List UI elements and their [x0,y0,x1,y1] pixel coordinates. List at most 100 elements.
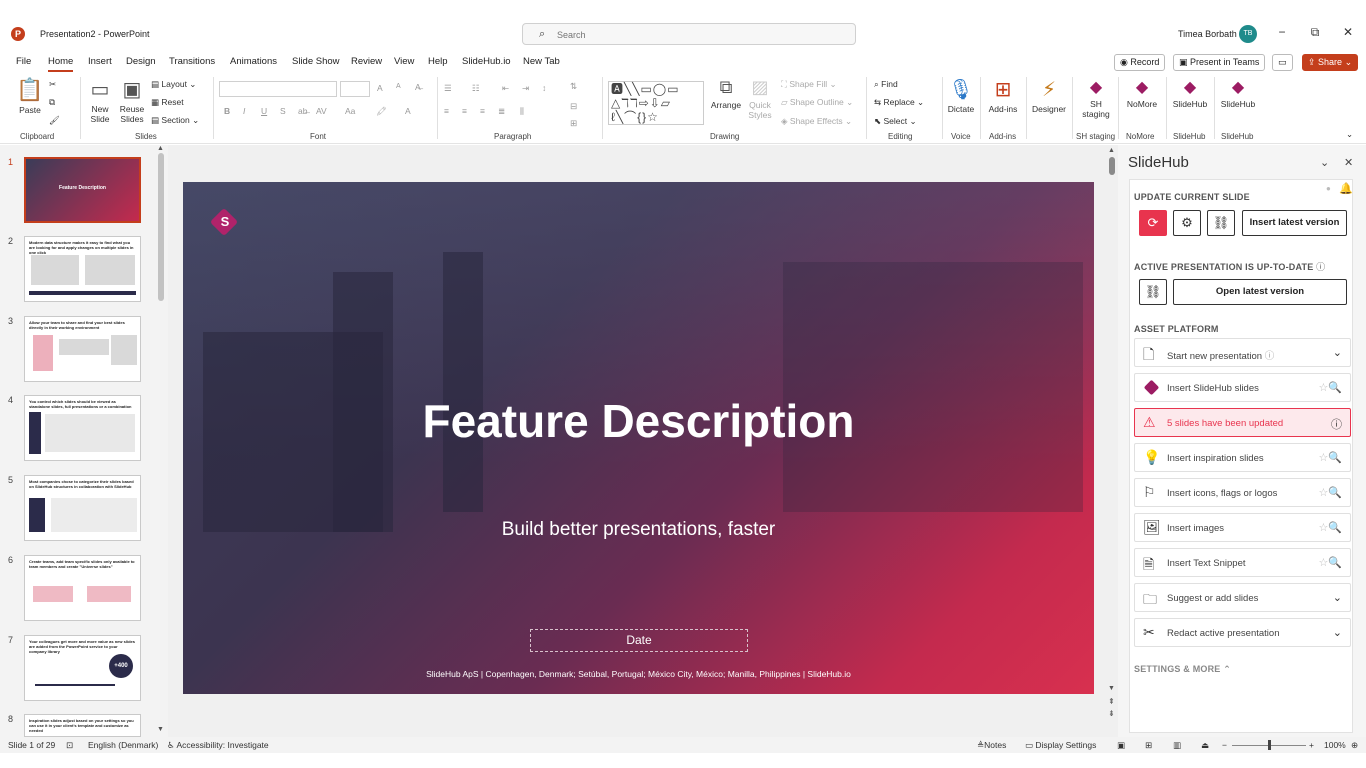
shape-outline-button[interactable]: ▱ Shape Outline ⌄ [781,97,853,108]
notes-button[interactable]: ≜Notes [977,740,1006,751]
tab-home[interactable]: Home [48,56,74,72]
tab-help[interactable]: Help [428,56,448,67]
chevron-down-icon[interactable]: ⌄ [1333,626,1342,639]
nomore-button[interactable]: ◆ NoMore [1122,77,1162,109]
current-slide[interactable]: S Feature Description Build better prese… [183,182,1094,694]
thumbnail-scrollbar[interactable] [158,153,164,301]
line-spacing-icon[interactable]: ↕ [542,83,546,93]
cut-icon[interactable]: ✂ [49,79,56,90]
align-text-icon[interactable]: ⊟ [570,101,577,112]
find-button[interactable]: ⌕ Find [874,79,898,90]
justify-icon[interactable]: ≣ [498,106,505,117]
shrink-font-icon[interactable]: A [396,83,401,90]
spellcheck-icon[interactable]: ⊡ [66,740,73,751]
format-painter-icon[interactable]: 🖌 [49,115,60,126]
designer-button[interactable]: ⚡ Designer [1030,77,1068,114]
insert-images-item[interactable]: 🖼 Insert images ☆🔍 [1134,513,1351,542]
slide-thumbnail-8[interactable]: Inspiration slides adjust based on your … [24,714,141,737]
tab-animations[interactable]: Animations [230,56,277,67]
slide-thumbnail-2[interactable]: Modern data structure makes it easy to f… [24,236,141,302]
present-in-teams-button[interactable]: ▣ Present in Teams [1173,54,1266,71]
character-spacing-icon[interactable]: AV [316,106,327,116]
slidehub-button-2[interactable]: ◆ SlideHub [1218,77,1258,109]
favorite-search-icon[interactable]: ☆🔍 [1318,486,1342,499]
section-button[interactable]: ▤ Section ⌄ [151,115,199,126]
tab-slidehub-io[interactable]: SlideHub.io [462,56,511,67]
arrange-button[interactable]: ⧉ Arrange [710,77,742,110]
select-button[interactable]: ⬉ Select ⌄ [874,116,917,127]
tab-design[interactable]: Design [126,56,156,67]
accessibility-button[interactable]: ♿ Accessibility: Investigate [167,740,269,751]
underline-button[interactable]: U [261,106,267,116]
favorite-search-icon[interactable]: ☆🔍 [1318,521,1342,534]
insert-text-snippet-item[interactable]: 🗎 Insert Text Snippet ☆🔍 [1134,548,1351,577]
canvas-scroll-thumb[interactable] [1109,157,1115,175]
favorite-search-icon[interactable]: ☆🔍 [1318,381,1342,394]
slide-title[interactable]: Feature Description [183,394,1094,448]
slide-settings-button[interactable]: ⚙ [1173,210,1201,236]
slide-subtitle[interactable]: Build better presentations, faster [183,519,1094,541]
shapes-gallery[interactable]: 🅰╲╲▭◯▭ △ℸℸ⇨⇩▱ ℓ╲⌒{}☆ [608,81,704,125]
previous-slide-icon[interactable]: ⇞ [1108,697,1115,706]
unlink-slide-button[interactable]: ⛓ [1207,210,1235,236]
italic-button[interactable]: I [243,106,245,116]
favorite-search-icon[interactable]: ☆🔍 [1318,556,1342,569]
insert-slidehub-slides-item[interactable]: Insert SlideHub slides ☆🔍 [1134,373,1351,402]
numbering-icon[interactable]: ☷ [472,83,480,94]
slide-thumbnail-6[interactable]: Create teams, add team specific slides o… [24,555,141,621]
slide-sorter-icon[interactable]: ⊞ [1145,740,1152,751]
chevron-down-icon[interactable]: ⌄ [1333,346,1342,359]
open-latest-version-button[interactable]: Open latest version [1173,279,1347,305]
zoom-out-icon[interactable]: − [1222,740,1227,750]
panel-options-icon[interactable]: ⌄ [1320,156,1329,169]
font-size-combo[interactable] [340,81,370,97]
info-icon[interactable]: ⓘ [1316,262,1325,272]
insert-latest-version-button[interactable]: Insert latest version [1242,210,1347,236]
insert-icons-item[interactable]: ⚐ Insert icons, flags or logos ☆🔍 [1134,478,1351,507]
slide-thumbnail-1[interactable]: Feature Description [24,157,141,223]
reuse-slides-button[interactable]: ▣ Reuse Slides [118,77,146,124]
slide-thumbnail-3[interactable]: Allow your team to share and find your b… [24,316,141,382]
bell-icon[interactable]: 🔔 [1339,182,1353,195]
tab-slide-show[interactable]: Slide Show [292,56,340,67]
grow-font-icon[interactable]: A [377,83,383,93]
start-new-presentation-item[interactable]: 🗋 Start new presentation ⓘ ⌄ [1134,338,1351,367]
quick-styles-button[interactable]: ▨ Quick Styles [746,77,774,120]
tab-new-tab[interactable]: New Tab [523,56,560,67]
replace-button[interactable]: ⇆ Replace ⌄ [874,97,924,108]
scroll-down-icon[interactable]: ▼ [157,726,164,733]
tab-insert[interactable]: Insert [88,56,112,67]
slide-footer[interactable]: SlideHub ApS | Copenhagen, Denmark; Setú… [183,669,1094,679]
collapse-ribbon-icon[interactable]: ⌄ [1346,129,1353,140]
info-icon[interactable]: ⓘ [1331,416,1342,432]
change-case-icon[interactable]: Aa [345,106,355,116]
tab-transitions[interactable]: Transitions [169,56,215,67]
align-left-icon[interactable]: ≡ [444,106,449,116]
layout-button[interactable]: ▤ Layout ⌄ [151,79,196,90]
settings-and-more-toggle[interactable]: SETTINGS & MORE ⌃ [1134,664,1231,675]
add-ins-button[interactable]: ⊞ Add-ins [986,77,1020,114]
slides-updated-alert[interactable]: ⚠ 5 slides have been updated ⓘ [1134,408,1351,437]
slide-thumbnail-4[interactable]: You control which slides should be viewe… [24,395,141,461]
align-right-icon[interactable]: ≡ [480,106,485,116]
redact-presentation-item[interactable]: ✂ Redact active presentation ⌄ [1134,618,1351,647]
slidehub-button-1[interactable]: ◆ SlideHub [1170,77,1210,109]
comments-button[interactable]: ▭ [1272,54,1293,71]
chevron-down-icon[interactable]: ⌄ [1333,591,1342,604]
suggest-or-add-slides-item[interactable]: 🗀 Suggest or add slides ⌄ [1134,583,1351,612]
user-name[interactable]: Timea Borbath [1178,29,1237,39]
close-button[interactable]: ✕ [1338,25,1358,39]
record-button[interactable]: ◉ Record [1114,54,1166,71]
highlight-icon[interactable]: 🖍 [376,106,387,117]
strikethrough-icon[interactable]: ab̶ [298,106,307,116]
font-name-combo[interactable] [219,81,337,97]
scroll-down-icon[interactable]: ▼ [1108,685,1115,692]
scroll-up-icon[interactable]: ▲ [157,145,164,152]
zoom-slider-thumb[interactable] [1268,740,1271,750]
bullets-icon[interactable]: ☰ [444,83,452,94]
clear-formatting-icon[interactable]: A̶ [415,82,421,92]
align-center-icon[interactable]: ≡ [462,106,467,116]
increase-indent-icon[interactable]: ⇥ [522,83,529,94]
close-panel-icon[interactable]: ✕ [1344,156,1353,169]
decrease-indent-icon[interactable]: ⇤ [502,83,509,94]
